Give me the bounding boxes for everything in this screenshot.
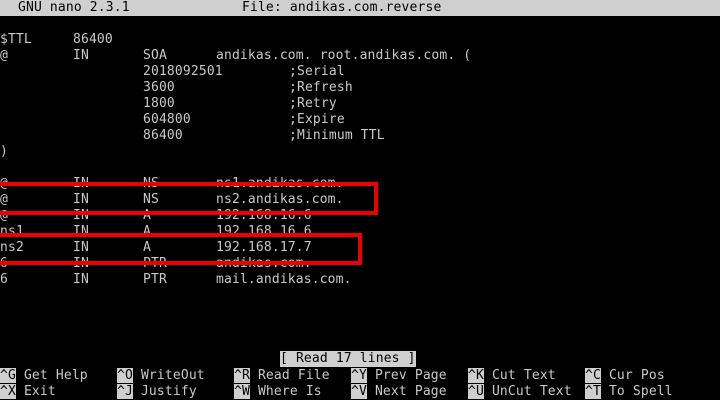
editor-token: 1800: [143, 96, 175, 111]
editor-token: 2018092501: [143, 64, 223, 79]
shortcut-label: Where Is: [257, 384, 322, 399]
editor-token: SOA: [143, 48, 167, 63]
shortcut-key: ^O: [117, 368, 133, 383]
editor-token: 6: [0, 272, 8, 287]
shortcut-key: ^R: [234, 368, 250, 383]
editor-token: 86400: [73, 32, 113, 47]
editor-line[interactable]: @ IN SOA andikas.com. root.andikas.com. (: [0, 48, 720, 64]
shortcut-key: ^J: [117, 384, 133, 399]
editor-token: @: [0, 48, 8, 63]
editor-token: ): [0, 144, 8, 159]
shortcut-read-file[interactable]: ^R Read File: [234, 368, 330, 384]
editor-token: IN: [73, 272, 89, 287]
shortcut-label: UnCut Text: [491, 384, 572, 399]
nano-titlebar: GNU nano 2.3.1 File: andikas.com.reverse: [0, 0, 720, 16]
editor-token: PTR: [143, 272, 167, 287]
shortcut-key: ^U: [468, 384, 484, 399]
editor-token: 3600: [143, 80, 175, 95]
shortcut-label: WriteOut: [140, 368, 205, 383]
editor-token: ;Serial: [289, 64, 345, 79]
highlight-box-ns2-address: [0, 233, 362, 265]
shortcut-cur-pos[interactable]: ^C Cur Pos: [585, 368, 665, 384]
editor-token: 604800: [143, 112, 191, 127]
shortcut-prev-page[interactable]: ^Y Prev Page: [351, 368, 447, 384]
shortcut-key: ^G: [0, 368, 16, 383]
editor-token: mail.andikas.com.: [216, 272, 352, 287]
editor-token: 86400: [143, 128, 183, 143]
terminal-screen: GNU nano 2.3.1 File: andikas.com.reverse…: [0, 0, 720, 400]
highlight-box-ns2-record: [0, 182, 378, 215]
shortcut-label: To Spell: [608, 384, 673, 399]
shortcut-label: Prev Page: [374, 368, 447, 383]
shortcut-label: Get Help: [23, 368, 88, 383]
editor-line[interactable]: $TTL 86400: [0, 32, 720, 48]
shortcut-next-page[interactable]: ^V Next Page: [351, 384, 447, 400]
shortcut-key: ^X: [0, 384, 16, 399]
editor-line[interactable]: 6 IN PTR mail.andikas.com.: [0, 272, 720, 288]
shortcut-to-spell[interactable]: ^T To Spell: [585, 384, 673, 400]
shortcut-key: ^W: [234, 384, 250, 399]
editor-line[interactable]: [0, 160, 720, 176]
shortcut-key: ^V: [351, 384, 367, 399]
editor-token: ;Refresh: [289, 80, 353, 95]
editor-line[interactable]: ): [0, 144, 720, 160]
shortcut-exit[interactable]: ^X Exit: [0, 384, 56, 400]
editor-token: ;Minimum TTL: [289, 128, 385, 143]
shortcut-label: Read File: [257, 368, 330, 383]
editor-line[interactable]: 3600 ;Refresh: [0, 80, 720, 96]
shortcut-key: ^K: [468, 368, 484, 383]
shortcut-label: Cur Pos: [608, 368, 665, 383]
shortcut-where-is[interactable]: ^W Where Is: [234, 384, 322, 400]
shortcut-key: ^C: [585, 368, 601, 383]
shortcut-writeout[interactable]: ^O WriteOut: [117, 368, 205, 384]
shortcut-label: Justify: [140, 384, 197, 399]
app-name: GNU nano 2.3.1: [18, 0, 130, 15]
shortcut-get-help[interactable]: ^G Get Help: [0, 368, 88, 384]
shortcut-uncut-text[interactable]: ^U UnCut Text: [468, 384, 572, 400]
editor-token: ;Retry: [289, 96, 337, 111]
editor-token: andikas.com. root.andikas.com. (: [216, 48, 472, 63]
shortcut-label: Exit: [23, 384, 56, 399]
editor-token: IN: [73, 48, 89, 63]
shortcut-cut-text[interactable]: ^K Cut Text: [468, 368, 556, 384]
shortcut-key: ^T: [585, 384, 601, 399]
editor-line[interactable]: 86400 ;Minimum TTL: [0, 128, 720, 144]
shortcut-justify[interactable]: ^J Justify: [117, 384, 197, 400]
editor-line[interactable]: 604800 ;Expire: [0, 112, 720, 128]
editor-token: $TTL: [0, 32, 32, 47]
shortcut-label: Cut Text: [491, 368, 556, 383]
shortcut-key: ^Y: [351, 368, 367, 383]
status-message: [ Read 17 lines ]: [280, 351, 416, 367]
editor-line[interactable]: 1800 ;Retry: [0, 96, 720, 112]
editor-token: ;Expire: [289, 112, 345, 127]
shortcut-label: Next Page: [374, 384, 447, 399]
editor-line[interactable]: 2018092501 ;Serial: [0, 64, 720, 80]
file-name: File: andikas.com.reverse: [242, 0, 442, 15]
